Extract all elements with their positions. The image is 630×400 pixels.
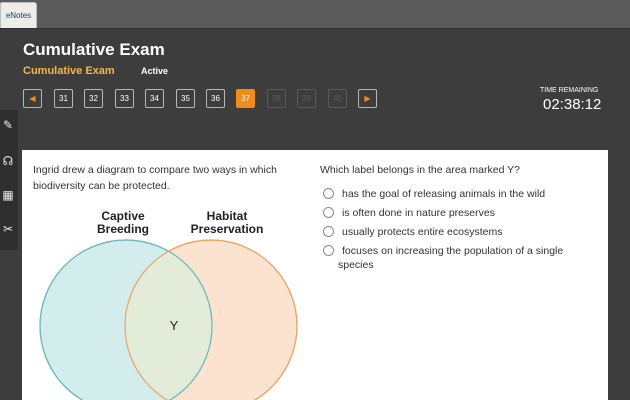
option-text: focuses on increasing the population of … bbox=[338, 245, 564, 271]
right-label-line2: Preservation bbox=[191, 222, 264, 236]
question-number: 35 bbox=[181, 94, 190, 103]
exam-status: Active bbox=[141, 66, 169, 76]
next-question-button[interactable]: ▶ bbox=[358, 89, 377, 108]
answer-option-2[interactable]: is often done in nature preserves bbox=[323, 206, 593, 220]
exam-title: Cumulative Exam bbox=[23, 40, 165, 59]
answer-option-4[interactable]: focuses on increasing the population of … bbox=[323, 244, 593, 272]
tools-icon[interactable]: ✂ bbox=[0, 218, 16, 240]
option-text: is often done in nature preserves bbox=[342, 207, 495, 219]
question-32-button[interactable]: 32 bbox=[84, 89, 103, 108]
answer-option-1[interactable]: has the goal of releasing animals in the… bbox=[323, 187, 593, 201]
question-number: 40 bbox=[333, 94, 342, 103]
question-31-button[interactable]: 31 bbox=[54, 89, 73, 108]
calculator-icon[interactable]: ▦ bbox=[0, 184, 16, 206]
question-39-button: 39 bbox=[297, 89, 316, 108]
radio-button[interactable] bbox=[323, 188, 334, 199]
question-40-button: 40 bbox=[328, 89, 347, 108]
browser-tab-bar: eNotes bbox=[0, 0, 630, 29]
option-text: usually protects entire ecosystems bbox=[342, 226, 503, 238]
tab-label: eNotes bbox=[5, 11, 32, 20]
left-label-line1: Captive bbox=[101, 209, 145, 223]
timer-value: 02:38:12 bbox=[543, 96, 602, 113]
question-number: 38 bbox=[272, 94, 281, 103]
question-number: 33 bbox=[120, 94, 129, 103]
question-number: 37 bbox=[241, 94, 250, 103]
question-number: 39 bbox=[302, 94, 311, 103]
exam-subtitle: Cumulative Exam bbox=[23, 65, 115, 77]
chevron-left-icon: ◀ bbox=[29, 94, 36, 103]
question-37-button[interactable]: 37 bbox=[236, 89, 255, 108]
radio-button[interactable] bbox=[323, 245, 334, 256]
question-prompt: Ingrid drew a diagram to compare two way… bbox=[33, 164, 277, 192]
question-number: 32 bbox=[89, 94, 98, 103]
overlap-label-y: Y bbox=[170, 318, 179, 333]
left-label-line2: Breeding bbox=[97, 222, 149, 236]
radio-button[interactable] bbox=[323, 207, 334, 218]
question-38-button: 38 bbox=[267, 89, 286, 108]
question-34-button[interactable]: 34 bbox=[145, 89, 164, 108]
tool-sidebar: ✎ ☊ ▦ ✂ bbox=[0, 110, 18, 250]
enotes-tab[interactable]: eNotes bbox=[0, 2, 37, 28]
venn-diagram: Captive Breeding Habitat Preservation Y bbox=[39, 209, 298, 400]
answer-option-3[interactable]: usually protects entire ecosystems bbox=[323, 225, 593, 239]
question-panel: Ingrid drew a diagram to compare two way… bbox=[22, 150, 608, 400]
question-35-button[interactable]: 35 bbox=[176, 89, 195, 108]
headphones-icon[interactable]: ☊ bbox=[0, 150, 16, 172]
question-36-button[interactable]: 36 bbox=[206, 89, 225, 108]
question-number: 31 bbox=[59, 94, 68, 103]
question-number: 36 bbox=[211, 94, 220, 103]
right-label-line1: Habitat bbox=[207, 209, 248, 223]
question-stem: Which label belongs in the area marked Y… bbox=[320, 164, 521, 176]
radio-button[interactable] bbox=[323, 226, 334, 237]
option-text: has the goal of releasing animals in the… bbox=[342, 188, 546, 200]
previous-question-button[interactable]: ◀ bbox=[23, 89, 42, 108]
timer-label: TIME REMAINING bbox=[540, 87, 599, 94]
pencil-icon[interactable]: ✎ bbox=[0, 114, 16, 136]
chevron-right-icon: ▶ bbox=[364, 94, 371, 103]
question-33-button[interactable]: 33 bbox=[115, 89, 134, 108]
question-number: 34 bbox=[150, 94, 159, 103]
